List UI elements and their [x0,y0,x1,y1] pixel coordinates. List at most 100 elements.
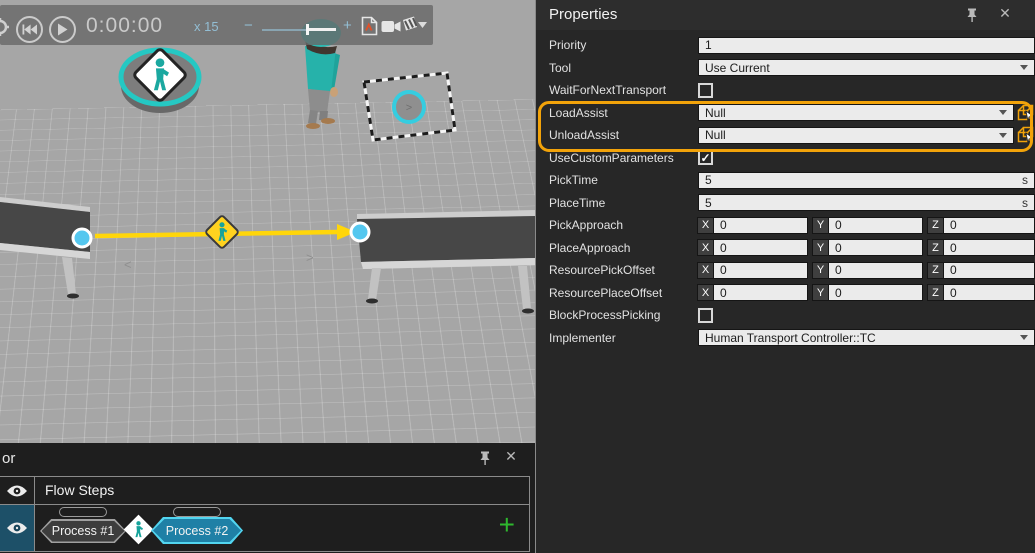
start-node-marker[interactable] [118,47,202,113]
axis-z-label: Z [927,261,944,279]
resourcepickoffset-x-input[interactable]: 0 [714,261,808,279]
prop-row-loadassist: LoadAssist Null [536,102,1035,125]
prop-label: UseCustomParameters [549,150,674,165]
chevron-down-icon [1020,65,1028,71]
pick-in-3d-icon[interactable] [1017,126,1035,144]
resourcepickoffset-z-input[interactable]: 0 [944,261,1035,279]
add-flow-step-button[interactable]: + [499,511,515,539]
loadassist-dropdown[interactable]: Null [698,104,1014,122]
waitfornexttransport-checkbox[interactable] [698,82,713,98]
speed-increase-button[interactable]: + [343,17,352,34]
prop-row-priority: Priority 1 [536,34,1035,57]
unit-label: s [1022,195,1028,210]
trace-flag-icon[interactable] [402,16,418,33]
speed-decrease-button[interactable]: − [244,17,253,34]
prop-label: BlockProcessPicking [549,308,661,323]
flow-editor-panel: or ✕ Flow Steps Process #1 Process #2 + [0,443,535,553]
resourceplaceoffset-y-input[interactable]: 0 [829,284,923,302]
conveyor-right[interactable] [357,210,535,314]
ghost-step-slot [59,507,107,517]
blockprocesspicking-checkbox[interactable] [698,307,713,323]
eye-icon [7,485,27,496]
visibility-toggle[interactable] [0,477,35,504]
human-transport-sign[interactable] [205,215,239,249]
visibility-toggle-selected[interactable] [0,505,35,551]
prop-row-usecustomparameters: UseCustomParameters [536,147,1035,170]
rewind-button[interactable] [16,16,43,43]
simulation-speed: x 15 [194,19,219,34]
resourceplaceoffset-x-input[interactable]: 0 [714,284,808,302]
pickapproach-z-input[interactable]: 0 [944,216,1035,234]
flow-steps-row: Process #1 Process #2 + [0,505,529,552]
scene-canvas: > < > [0,19,535,314]
prop-label: PlaceTime [549,195,606,210]
panel-title-fragment: or [2,450,16,467]
prop-row-waitfornexttransport: WaitForNextTransport [536,79,1035,102]
prop-label: PickApproach [549,218,624,233]
play-button[interactable] [49,16,76,43]
priority-input[interactable]: 1 [698,36,1035,54]
settings-gear-icon[interactable] [0,18,9,36]
prop-row-pickapproach: PickApproach X 0 Y 0 Z 0 [536,214,1035,237]
axis-x-label: X [697,284,714,302]
implementer-dropdown[interactable]: Human Transport Controller::TC [698,329,1035,347]
pin-panel-icon[interactable] [477,450,493,466]
axis-x-label: X [697,261,714,279]
panel-title: Properties [549,6,618,23]
placeapproach-y-input[interactable]: 0 [829,239,923,257]
flag-dropdown-chevron-icon[interactable] [418,22,427,28]
flow-step-process-1[interactable]: Process #1 [40,519,126,543]
resourceplaceoffset-z-input[interactable]: 0 [944,284,1035,302]
flow-steps-title: Flow Steps [45,482,115,498]
usecustomparameters-checkbox[interactable] [698,150,713,166]
conveyor-left[interactable] [0,197,90,299]
pick-in-3d-icon[interactable] [1017,104,1035,122]
floor-chevron-left: < [124,257,132,272]
chevron-down-icon [999,110,1007,116]
pickapproach-x-input[interactable]: 0 [714,216,808,234]
transport-flow-arrow[interactable] [71,215,371,249]
flow-endpoint-left[interactable] [71,227,93,249]
axis-z-label: Z [927,239,944,257]
human-transport-link-icon[interactable] [123,514,154,545]
unit-label: s [1022,173,1028,188]
playback-toolbar: 0:00:00 x 15 − + [0,5,433,45]
prop-label: Tool [549,60,572,75]
flow-endpoint-right[interactable] [349,221,371,243]
resourcepickoffset-y-input[interactable]: 0 [829,261,923,279]
axis-z-label: Z [927,216,944,234]
prop-row-picktime: PickTime 5 s [536,169,1035,192]
prop-label: ResourcePickOffset [549,263,655,278]
tool-dropdown[interactable]: Use Current [698,59,1035,77]
pickapproach-y-input[interactable]: 0 [829,216,923,234]
prop-label: PickTime [549,173,598,188]
axis-z-label: Z [927,284,944,302]
node-chevron: > [406,102,412,114]
properties-header: Properties ✕ [536,0,1035,30]
pin-panel-icon[interactable] [964,7,980,23]
prop-row-placeapproach: PlaceApproach X 0 Y 0 Z 0 [536,237,1035,260]
axis-x-label: X [697,216,714,234]
record-video-icon[interactable] [381,20,401,33]
prop-label: Implementer [549,330,616,345]
export-pdf-icon[interactable] [361,16,378,36]
speed-slider-handle[interactable] [306,24,309,35]
close-panel-icon[interactable]: ✕ [997,5,1013,22]
flow-step-process-2-selected[interactable]: Process #2 [151,517,243,544]
prop-row-unloadassist: UnloadAssist Null [536,124,1035,147]
placeapproach-x-input[interactable]: 0 [714,239,808,257]
prop-label: LoadAssist [549,105,608,120]
floor-chevron-right: > [306,250,314,265]
prop-label: Priority [549,38,587,53]
chevron-down-icon [1020,335,1028,341]
selected-area-node[interactable]: > [362,71,457,142]
placeapproach-z-input[interactable]: 0 [944,239,1035,257]
axis-y-label: Y [812,284,829,302]
flow-editor-header: or ✕ [0,443,535,475]
prop-label: ResourcePlaceOffset [549,285,663,300]
close-panel-icon[interactable]: ✕ [503,448,519,465]
placetime-input[interactable]: 5 s [698,194,1035,212]
flow-steps-header-row: Flow Steps [0,477,529,505]
picktime-input[interactable]: 5 s [698,171,1035,189]
unloadassist-dropdown[interactable]: Null [698,126,1014,144]
